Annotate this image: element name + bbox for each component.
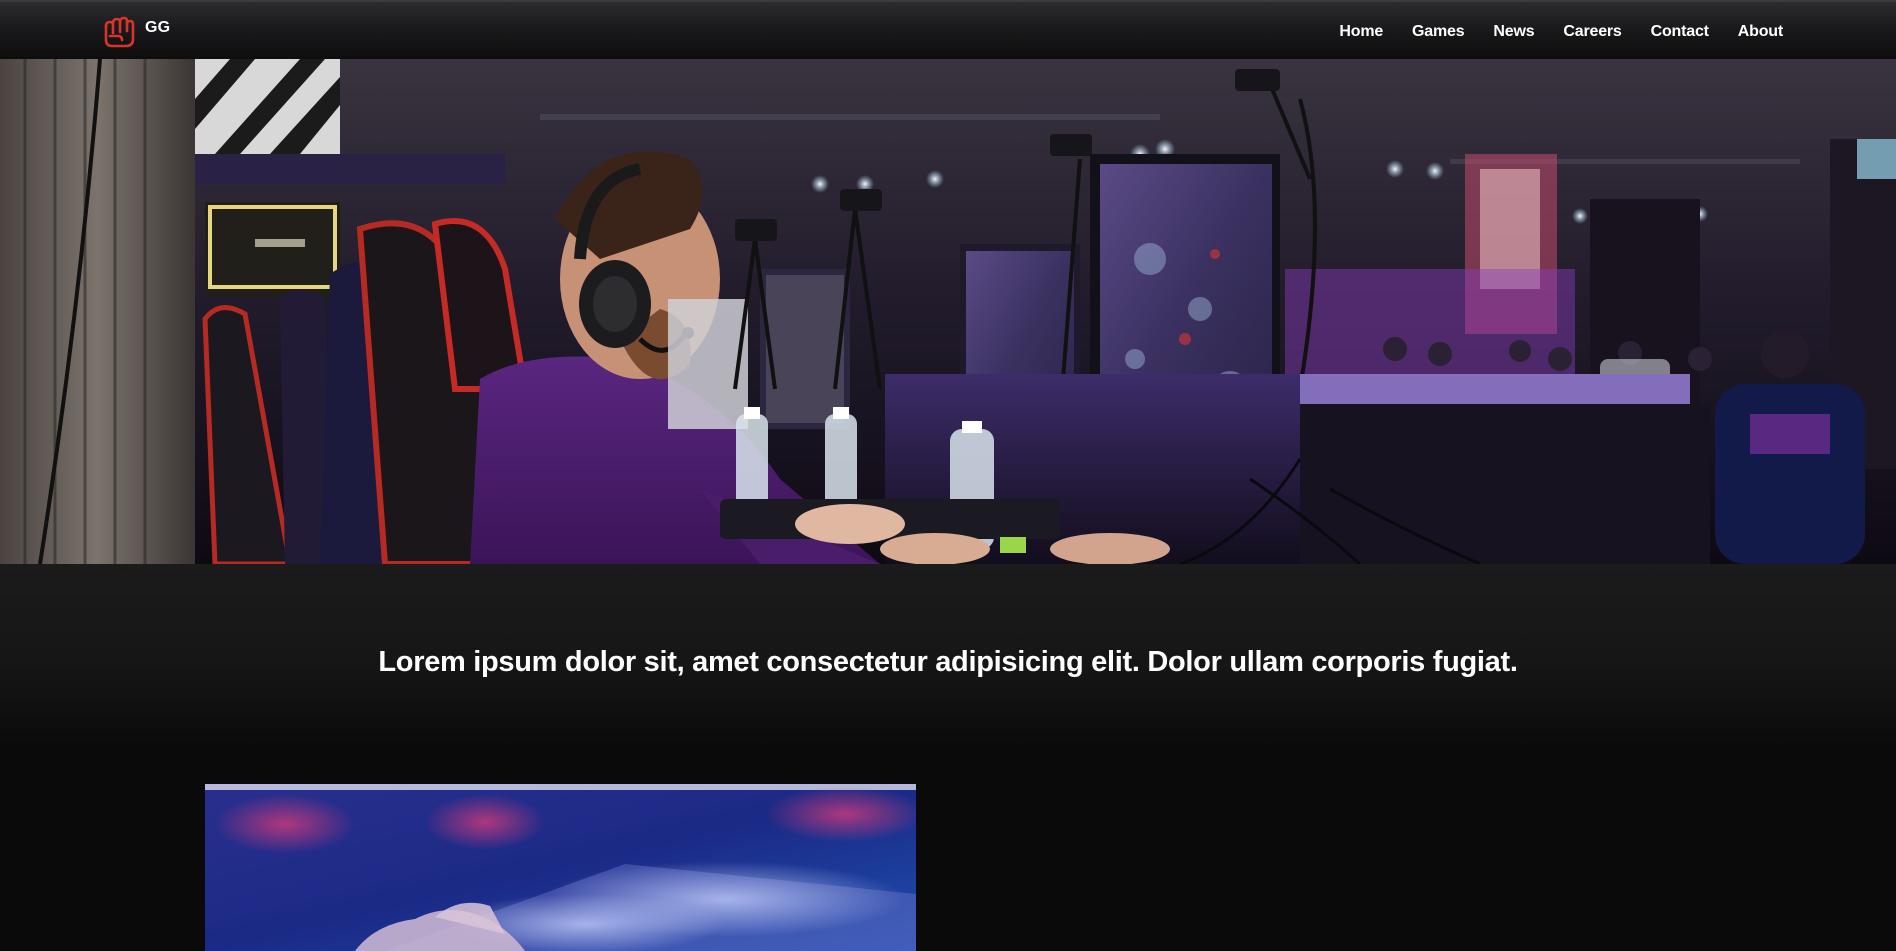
keyboard-hands-photo — [205, 784, 916, 951]
nav-item-careers: Careers — [1563, 23, 1621, 41]
nav-item-home: Home — [1339, 23, 1383, 41]
nav-item-games: Games — [1412, 23, 1465, 41]
nav-link-home[interactable]: Home — [1339, 23, 1383, 40]
nav-link-about[interactable]: About — [1738, 23, 1783, 40]
main-nav: Home Games News Careers Contact About — [1310, 2, 1783, 61]
brand-name: GG — [145, 19, 171, 36]
top-navbar: GG Home Games News Careers Contact About — [0, 0, 1896, 59]
hero-banner — [0, 59, 1896, 564]
nav-item-contact: Contact — [1651, 23, 1709, 41]
nav-link-games[interactable]: Games — [1412, 23, 1465, 40]
feature-image — [205, 784, 916, 951]
nav-link-contact[interactable]: Contact — [1651, 23, 1709, 40]
esports-gamer-hero-photo — [0, 59, 1896, 564]
brand-home-link[interactable]: GG — [102, 14, 170, 50]
intro-tagline: Lorem ipsum dolor sit, amet consectetur … — [378, 646, 1518, 678]
fist-logo-icon — [104, 16, 135, 48]
nav-link-careers[interactable]: Careers — [1563, 23, 1621, 40]
nav-link-news[interactable]: News — [1493, 23, 1534, 40]
nav-item-news: News — [1493, 23, 1534, 41]
intro-section: Lorem ipsum dolor sit, amet consectetur … — [0, 564, 1896, 744]
nav-item-about: About — [1738, 23, 1783, 41]
